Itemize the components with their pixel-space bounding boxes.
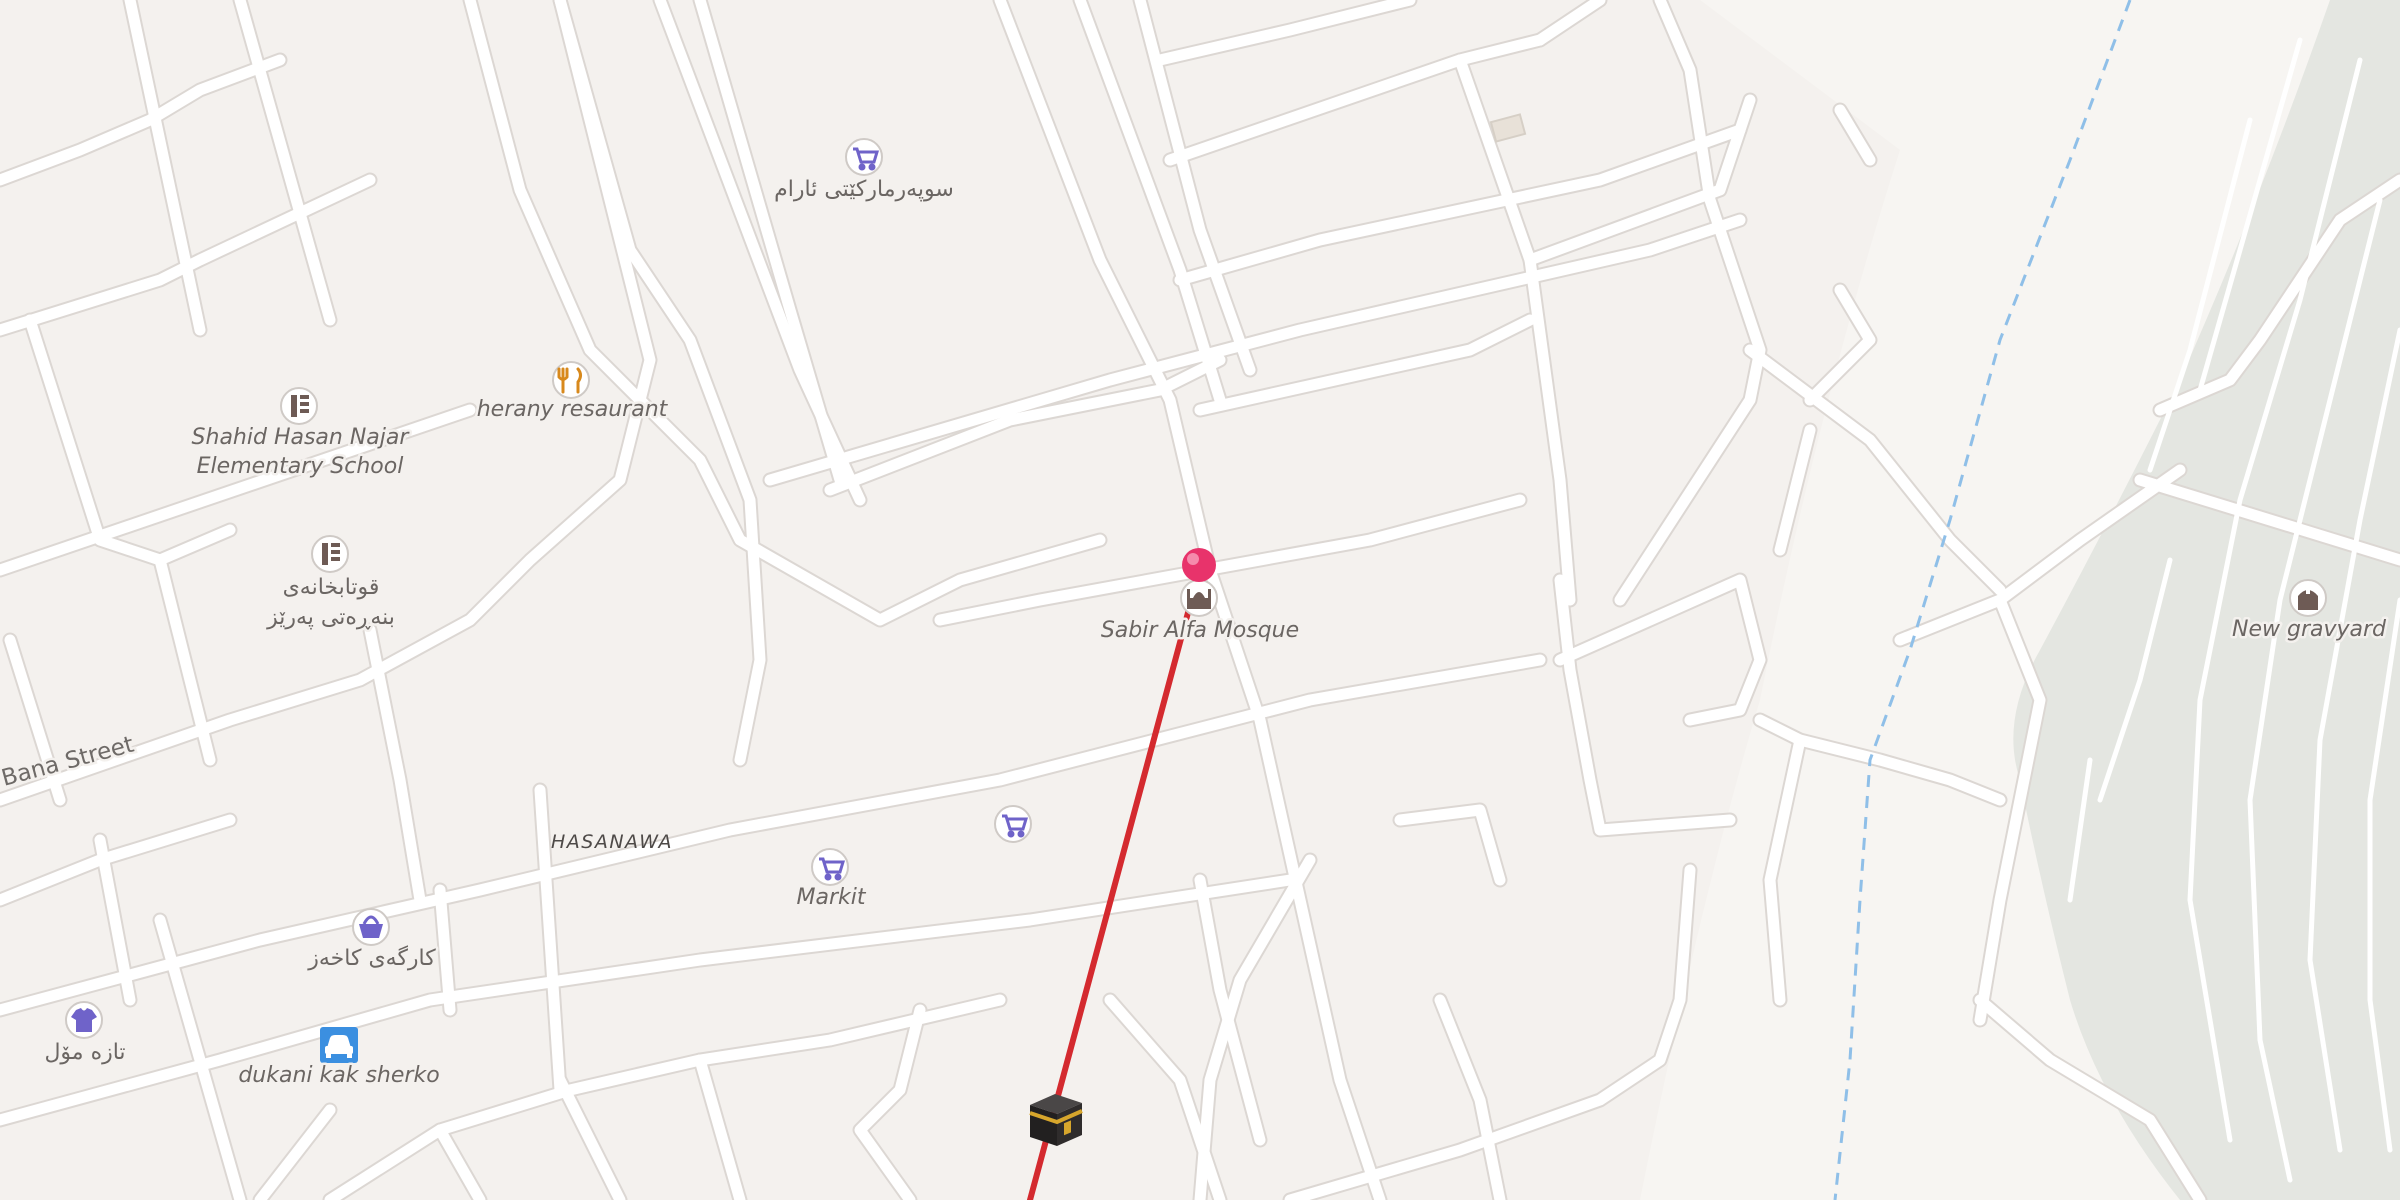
map-canvas[interactable]: HASANAWA Bana Street سوپەرمارکێتی ئارام …	[0, 0, 2400, 1200]
area-label: HASANAWA	[551, 831, 673, 853]
poi-label: New gravyard	[2232, 617, 2387, 642]
poi-label: Shahid Hasan Najar	[192, 425, 411, 450]
poi-label: تازە مۆل	[44, 1040, 125, 1065]
poi-label: dukani kak sherko	[238, 1063, 439, 1088]
kaaba-icon	[1029, 1094, 1083, 1146]
poi-label: سوپەرمارکێتی ئارام	[774, 177, 954, 202]
poi-label-line2: Elementary School	[197, 454, 404, 479]
location-pin-marker[interactable]	[1182, 548, 1216, 582]
poi-shop[interactable]	[994, 805, 1032, 843]
poi-label-line2: بنەڕەتی پەرێز	[266, 605, 395, 630]
kaaba-marker[interactable]	[1029, 1094, 1083, 1146]
poi-label: Markit	[797, 885, 867, 910]
poi-label: قوتابخانەی	[283, 575, 380, 600]
poi-label: Sabir Alfa Mosque	[1101, 618, 1299, 643]
poi-label: کارگەی کاخەز	[307, 945, 436, 971]
map-pin-icon	[1182, 548, 1216, 582]
poi-label: herany resaurant	[477, 397, 669, 422]
